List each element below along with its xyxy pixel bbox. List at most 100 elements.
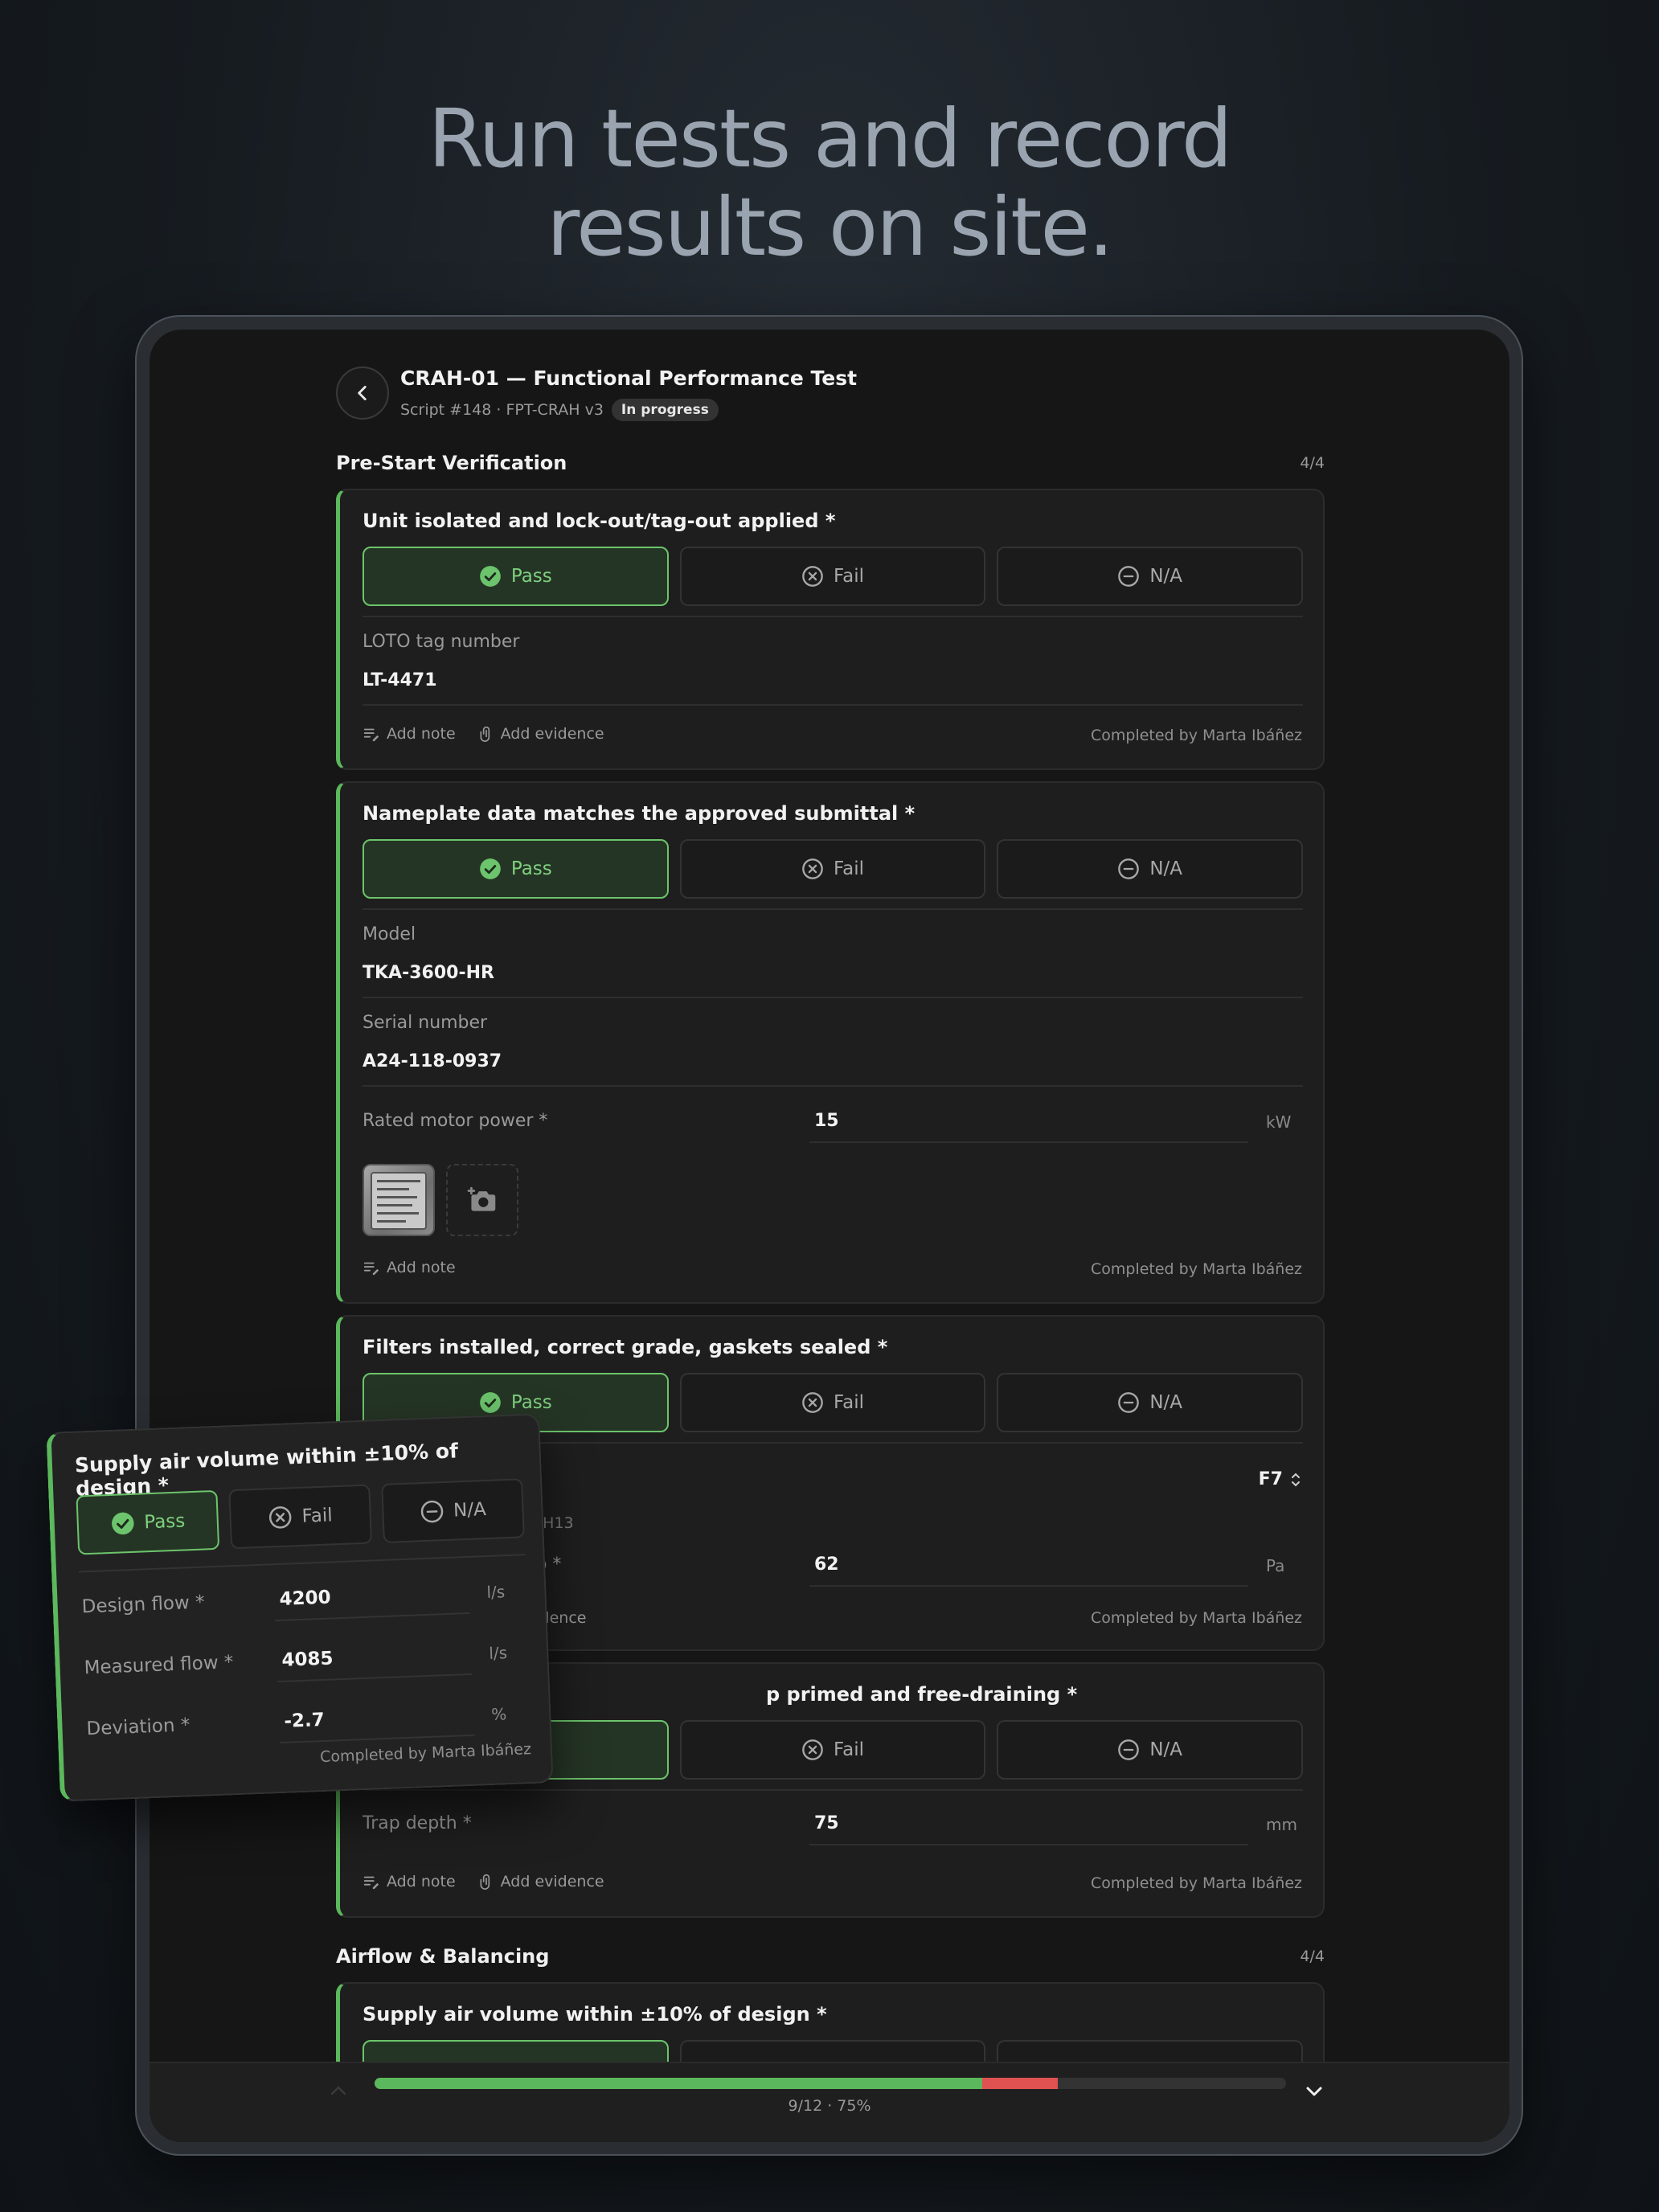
- pass-label: Pass: [510, 858, 552, 879]
- fail-button[interactable]: Fail: [679, 839, 986, 899]
- na-button[interactable]: N/A: [997, 1720, 1304, 1780]
- note-icon: [363, 1262, 379, 1276]
- fail-label: Fail: [834, 858, 864, 879]
- check-question: Unit isolated and lock-out/tag-out appli…: [363, 510, 836, 532]
- divider: [363, 997, 1303, 998]
- check-card-loto: Unit isolated and lock-out/tag-out appli…: [336, 489, 1325, 770]
- hero-headline-line2: results on site.: [547, 180, 1114, 274]
- filter-grade-value: F7: [1258, 1469, 1283, 1489]
- divider: [363, 704, 1303, 706]
- pressure-drop-input[interactable]: 62: [814, 1555, 839, 1575]
- script-info: Script #148 · FPT-CRAH v3 In progress: [400, 399, 719, 421]
- pass-label: Pass: [143, 1510, 186, 1534]
- x-circle-icon: [802, 1739, 823, 1760]
- add-note-button[interactable]: Add note: [363, 1873, 456, 1890]
- add-note-button[interactable]: Add note: [363, 1259, 456, 1276]
- fail-label: Fail: [834, 1392, 864, 1413]
- model-input[interactable]: TKA-3600-HR: [363, 963, 494, 983]
- measured-flow-unit: l/s: [488, 1643, 508, 1663]
- add-evidence-label: Add evidence: [500, 725, 604, 743]
- card-actions: Add note: [363, 1259, 456, 1276]
- progress-bar-footer: 9/12 · 75%: [150, 2062, 1509, 2142]
- x-circle-icon: [802, 566, 823, 587]
- check-question: Supply air volume within ±10% of design …: [363, 2003, 827, 2026]
- section-count: 4/4: [1300, 454, 1325, 472]
- measured-flow-label: Measured flow *: [84, 1652, 234, 1679]
- fail-button[interactable]: Fail: [679, 1373, 986, 1432]
- add-evidence-button[interactable]: Add evidence: [478, 1873, 604, 1890]
- floating-check-card-supply-air: Supply air volume within ±10% of design …: [46, 1413, 554, 1802]
- motor-power-unit: kW: [1266, 1112, 1292, 1132]
- card-actions: Add note Add evidence: [363, 1873, 604, 1890]
- na-label: N/A: [453, 1499, 487, 1522]
- motor-power-input[interactable]: 15: [814, 1111, 839, 1131]
- design-flow-input[interactable]: 4200: [279, 1587, 331, 1610]
- na-button[interactable]: N/A: [997, 1373, 1304, 1432]
- check-circle-icon: [480, 1392, 501, 1413]
- deviation-input[interactable]: -2.7: [284, 1710, 325, 1732]
- na-button[interactable]: N/A: [997, 547, 1304, 606]
- minus-circle-icon: [1118, 1392, 1140, 1413]
- motor-power-label: Rated motor power *: [363, 1111, 548, 1131]
- chevron-up-icon[interactable]: [328, 2083, 349, 2099]
- na-button[interactable]: N/A: [381, 1478, 525, 1543]
- divider: [363, 908, 1303, 910]
- x-circle-icon: [802, 858, 823, 879]
- minus-circle-icon: [1118, 858, 1140, 879]
- divider: [79, 1554, 526, 1573]
- script-number: Script #148 · FPT-CRAH v3: [400, 401, 604, 419]
- measured-flow-input[interactable]: 4085: [281, 1648, 334, 1670]
- check-circle-icon: [480, 566, 501, 587]
- fail-button[interactable]: Fail: [228, 1484, 373, 1550]
- pass-button[interactable]: Pass: [363, 547, 669, 606]
- loto-tag-label: LOTO tag number: [363, 632, 520, 652]
- note-icon: [363, 728, 379, 742]
- add-evidence-button[interactable]: Add evidence: [478, 725, 604, 743]
- check-question: Filters installed, correct grade, gasket…: [363, 1336, 888, 1358]
- filter-grade-select[interactable]: F7: [1259, 1469, 1302, 1489]
- progress-fail-fill: [982, 2078, 1059, 2089]
- back-arrow-icon: [358, 386, 367, 400]
- page-title: CRAH-01 — Functional Performance Test: [400, 367, 858, 390]
- pressure-drop-unit: Pa: [1266, 1556, 1285, 1575]
- x-circle-icon: [802, 1392, 823, 1413]
- design-flow-label: Design flow *: [81, 1591, 206, 1618]
- trap-depth-input[interactable]: 75: [814, 1813, 839, 1833]
- input-underline: [280, 1734, 475, 1744]
- completed-by: Completed by Marta Ibáñez: [1090, 1260, 1302, 1278]
- chevron-down-icon[interactable]: [1302, 2079, 1326, 2103]
- loto-tag-input[interactable]: LT-4471: [363, 670, 437, 690]
- section-header-pre-start: Pre-Start Verification 4/4: [336, 452, 1325, 474]
- na-label: N/A: [1149, 566, 1183, 587]
- completed-by: Completed by Marta Ibáñez: [1090, 1874, 1302, 1892]
- serial-label: Serial number: [363, 1013, 488, 1033]
- pass-button[interactable]: Pass: [76, 1489, 220, 1555]
- note-icon: [363, 1876, 379, 1890]
- nameplate-photo-thumbnail[interactable]: [363, 1164, 435, 1236]
- na-label: N/A: [1149, 858, 1183, 879]
- progress-track: [375, 2078, 1286, 2089]
- input-underline: [809, 1585, 1248, 1587]
- back-button[interactable]: [336, 367, 389, 420]
- minus-circle-icon: [420, 1500, 443, 1523]
- divider: [363, 1085, 1303, 1087]
- select-chevrons-icon: [1292, 1473, 1300, 1486]
- fail-label: Fail: [834, 566, 864, 587]
- card-actions: Add note Add evidence: [363, 725, 604, 743]
- minus-circle-icon: [1118, 1739, 1140, 1760]
- paperclip-icon: [480, 1874, 490, 1890]
- section-title: Airflow & Balancing: [336, 1945, 550, 1968]
- fail-button[interactable]: Fail: [679, 547, 986, 606]
- fail-button[interactable]: Fail: [679, 1720, 986, 1780]
- completed-by: Completed by Marta Ibáñez: [1090, 1609, 1302, 1627]
- add-note-label: Add note: [387, 1873, 456, 1890]
- pass-button[interactable]: Pass: [363, 839, 669, 899]
- fail-label: Fail: [301, 1505, 334, 1527]
- add-note-label: Add note: [387, 1259, 456, 1276]
- add-photo-button[interactable]: [446, 1164, 518, 1236]
- check-circle-icon: [111, 1512, 134, 1535]
- serial-input[interactable]: A24-118-0937: [363, 1051, 502, 1071]
- add-note-button[interactable]: Add note: [363, 725, 456, 743]
- check-question: Nameplate data matches the approved subm…: [363, 802, 916, 825]
- na-button[interactable]: N/A: [997, 839, 1304, 899]
